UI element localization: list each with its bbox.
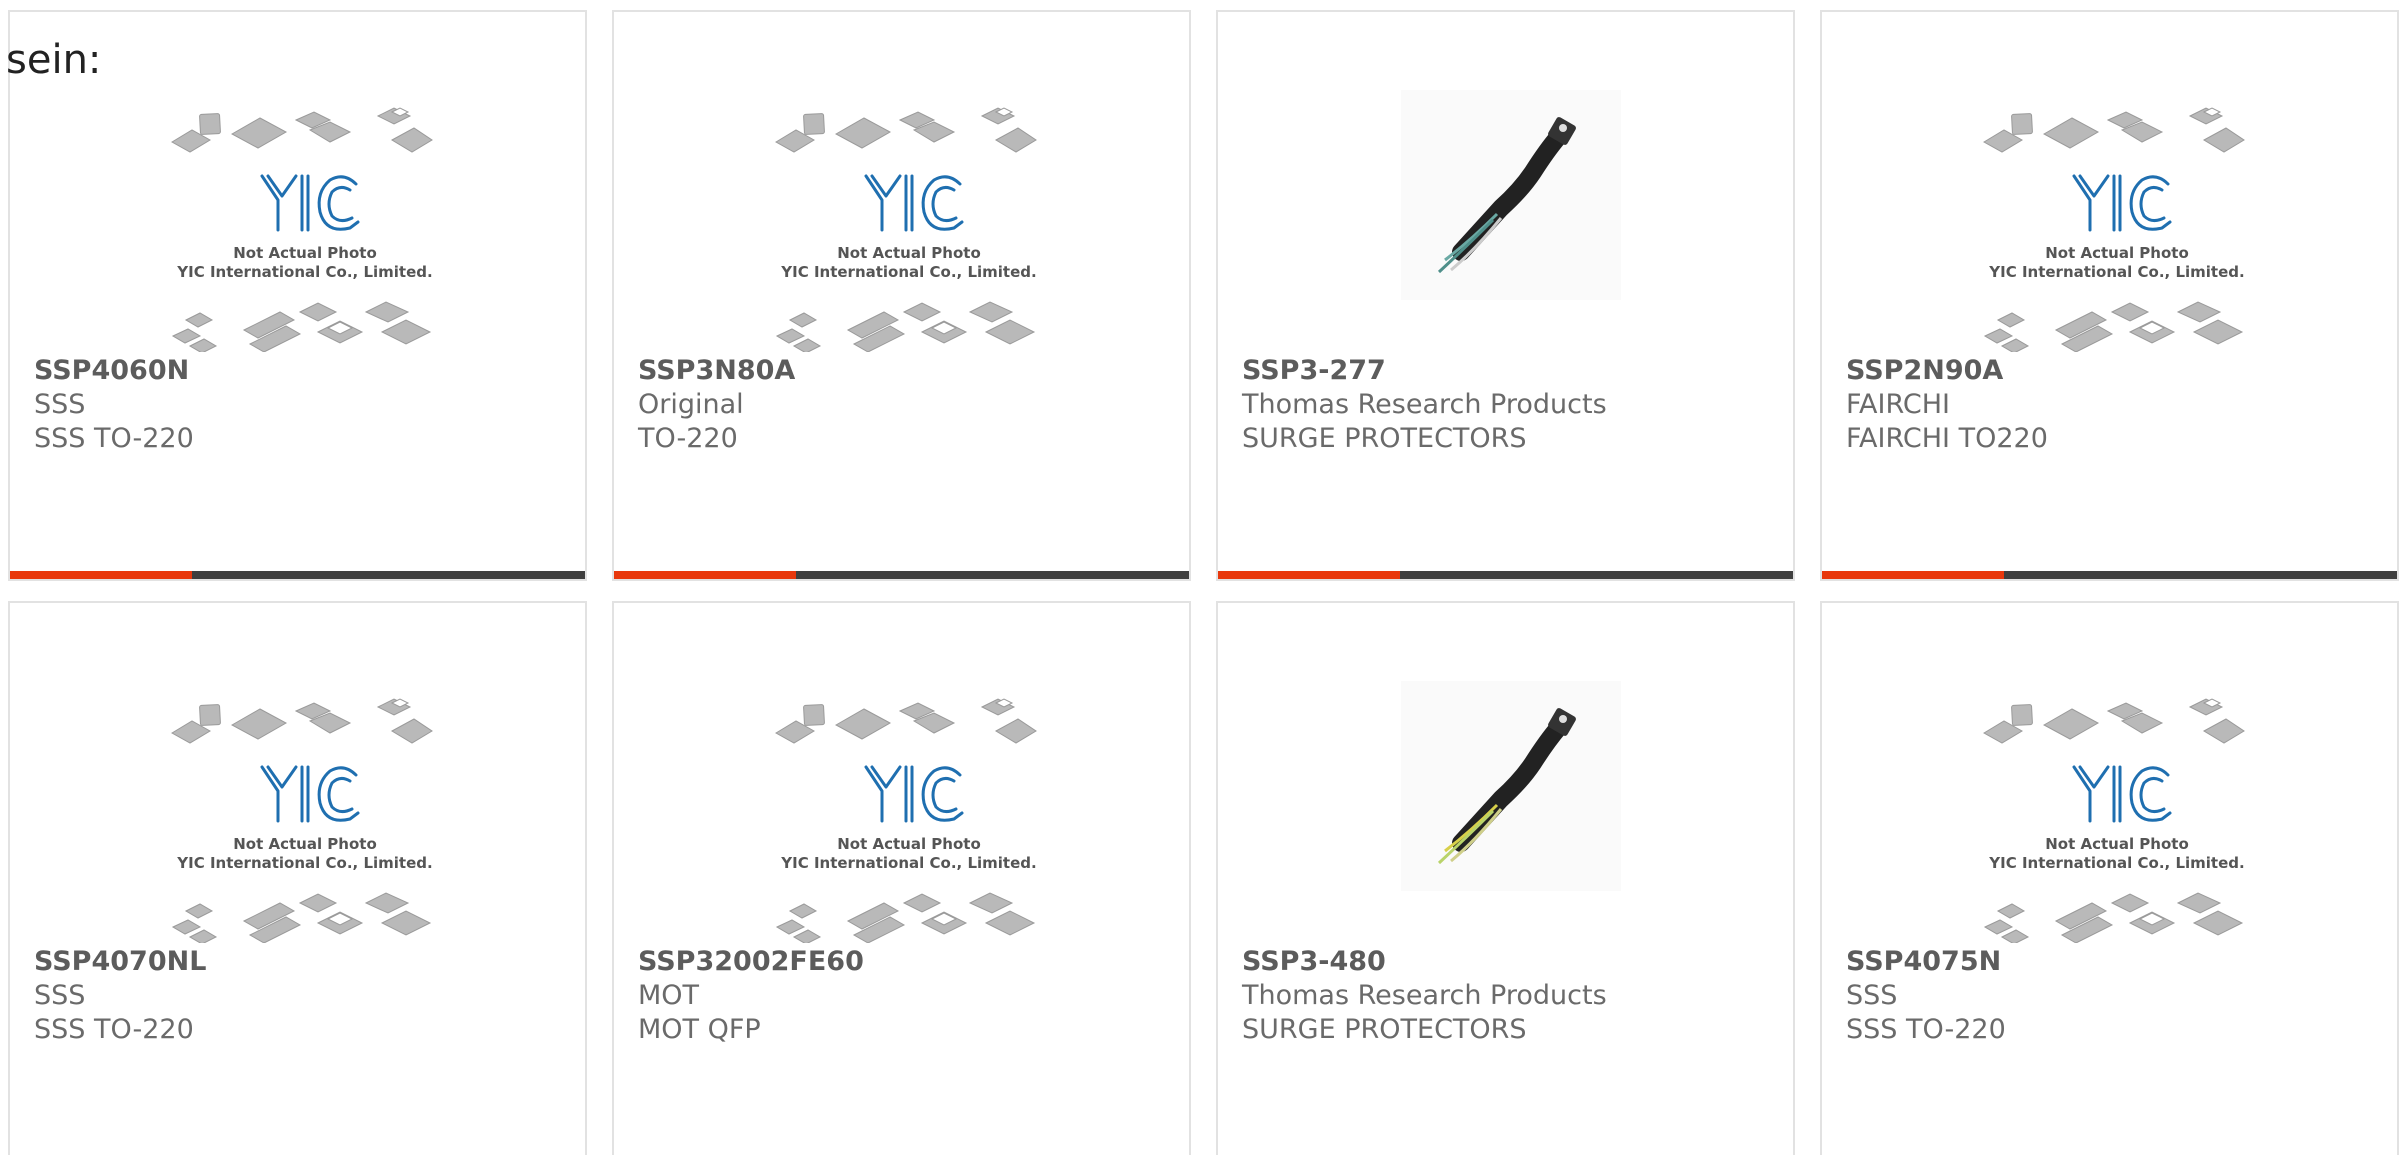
product-card[interactable]: SSP3-480 Thomas Research Products SURGE … xyxy=(1216,601,1795,1155)
card-footer-bar xyxy=(614,571,1189,579)
not-actual-photo-placeholder-image: Not Actual Photo YIC International Co., … xyxy=(170,100,440,352)
page: sein: Not Actual Photo YIC International… xyxy=(0,0,2400,1155)
product-info: SSP2N90A FAIRCHI FAIRCHI TO220 xyxy=(1846,354,2387,456)
part-number-link[interactable]: SSP3-277 xyxy=(1242,354,1783,388)
manufacturer-label: FAIRCHI xyxy=(1846,389,1951,420)
not-actual-photo-placeholder-image: Not Actual Photo YIC International Co., … xyxy=(1982,691,2252,943)
not-actual-photo-placeholder-image: Not Actual Photo YIC International Co., … xyxy=(774,691,1044,943)
svg-text:YIC International Co., Limited: YIC International Co., Limited. xyxy=(780,854,1036,872)
intro-text: sein: xyxy=(6,37,102,83)
product-info: SSP3N80A Original TO-220 xyxy=(638,354,1179,456)
part-number-link[interactable]: SSP3N80A xyxy=(638,354,1179,388)
product-info: SSP4075N SSS SSS TO-220 xyxy=(1846,945,2387,1047)
part-number-link[interactable]: SSP4070NL xyxy=(34,945,575,979)
svg-text:Not Actual Photo: Not Actual Photo xyxy=(2045,244,2189,262)
svg-text:YIC International Co., Limited: YIC International Co., Limited. xyxy=(176,854,432,872)
part-number-link[interactable]: SSP3-480 xyxy=(1242,945,1783,979)
product-card[interactable]: Not Actual Photo YIC International Co., … xyxy=(1820,601,2399,1155)
description-label: TO-220 xyxy=(638,423,738,454)
description-label: SURGE PROTECTORS xyxy=(1242,1014,1527,1045)
description-label: FAIRCHI TO220 xyxy=(1846,423,2048,454)
svg-text:Not Actual Photo: Not Actual Photo xyxy=(233,244,377,262)
manufacturer-label: SSS xyxy=(34,389,86,420)
not-actual-photo-placeholder-image: Not Actual Photo YIC International Co., … xyxy=(170,691,440,943)
card-accent-bar xyxy=(10,571,192,579)
manufacturer-label: Thomas Research Products xyxy=(1242,980,1607,1011)
svg-text:Not Actual Photo: Not Actual Photo xyxy=(837,244,981,262)
manufacturer-label: SSS xyxy=(1846,980,1898,1011)
svg-text:YIC International Co., Limited: YIC International Co., Limited. xyxy=(1988,854,2244,872)
card-footer-bar xyxy=(1218,571,1793,579)
surge-protector-photo xyxy=(1401,90,1621,300)
product-info: SSP32002FE60 MOT MOT QFP xyxy=(638,945,1179,1047)
part-number-link[interactable]: SSP32002FE60 xyxy=(638,945,1179,979)
product-info: SSP3-277 Thomas Research Products SURGE … xyxy=(1242,354,1783,456)
part-number-link[interactable]: SSP2N90A xyxy=(1846,354,2387,388)
product-card[interactable]: Not Actual Photo YIC International Co., … xyxy=(612,601,1191,1155)
product-grid: Not Actual Photo YIC International Co., … xyxy=(8,10,2399,1155)
not-actual-photo-placeholder-image: Not Actual Photo YIC International Co., … xyxy=(774,100,1044,352)
manufacturer-label: SSS xyxy=(34,980,86,1011)
description-label: SSS TO-220 xyxy=(1846,1014,2006,1045)
card-footer-bar xyxy=(1822,571,2397,579)
product-info: SSP3-480 Thomas Research Products SURGE … xyxy=(1242,945,1783,1047)
svg-text:Not Actual Photo: Not Actual Photo xyxy=(233,835,377,853)
svg-text:YIC International Co., Limited: YIC International Co., Limited. xyxy=(1988,263,2244,281)
product-card[interactable]: Not Actual Photo YIC International Co., … xyxy=(1820,10,2399,581)
part-number-link[interactable]: SSP4075N xyxy=(1846,945,2387,979)
card-accent-bar xyxy=(614,571,796,579)
card-accent-bar xyxy=(1822,571,2004,579)
description-label: SURGE PROTECTORS xyxy=(1242,423,1527,454)
part-number-link[interactable]: SSP4060N xyxy=(34,354,575,388)
product-card[interactable]: SSP3-277 Thomas Research Products SURGE … xyxy=(1216,10,1795,581)
manufacturer-label: MOT xyxy=(638,980,700,1011)
surge-protector-photo xyxy=(1401,681,1621,891)
manufacturer-label: Thomas Research Products xyxy=(1242,389,1607,420)
manufacturer-label: Original xyxy=(638,389,744,420)
product-card[interactable]: Not Actual Photo YIC International Co., … xyxy=(8,10,587,581)
product-card[interactable]: Not Actual Photo YIC International Co., … xyxy=(612,10,1191,581)
product-info: SSP4060N SSS SSS TO-220 xyxy=(34,354,575,456)
svg-text:Not Actual Photo: Not Actual Photo xyxy=(837,835,981,853)
product-info: SSP4070NL SSS SSS TO-220 xyxy=(34,945,575,1047)
product-card[interactable]: Not Actual Photo YIC International Co., … xyxy=(8,601,587,1155)
description-label: SSS TO-220 xyxy=(34,423,194,454)
svg-text:Not Actual Photo: Not Actual Photo xyxy=(2045,835,2189,853)
description-label: SSS TO-220 xyxy=(34,1014,194,1045)
svg-text:YIC International Co., Limited: YIC International Co., Limited. xyxy=(780,263,1036,281)
card-footer-bar xyxy=(10,571,585,579)
description-label: MOT QFP xyxy=(638,1014,761,1045)
not-actual-photo-placeholder-image: Not Actual Photo YIC International Co., … xyxy=(1982,100,2252,352)
svg-text:YIC International Co., Limited: YIC International Co., Limited. xyxy=(176,263,432,281)
card-accent-bar xyxy=(1218,571,1400,579)
